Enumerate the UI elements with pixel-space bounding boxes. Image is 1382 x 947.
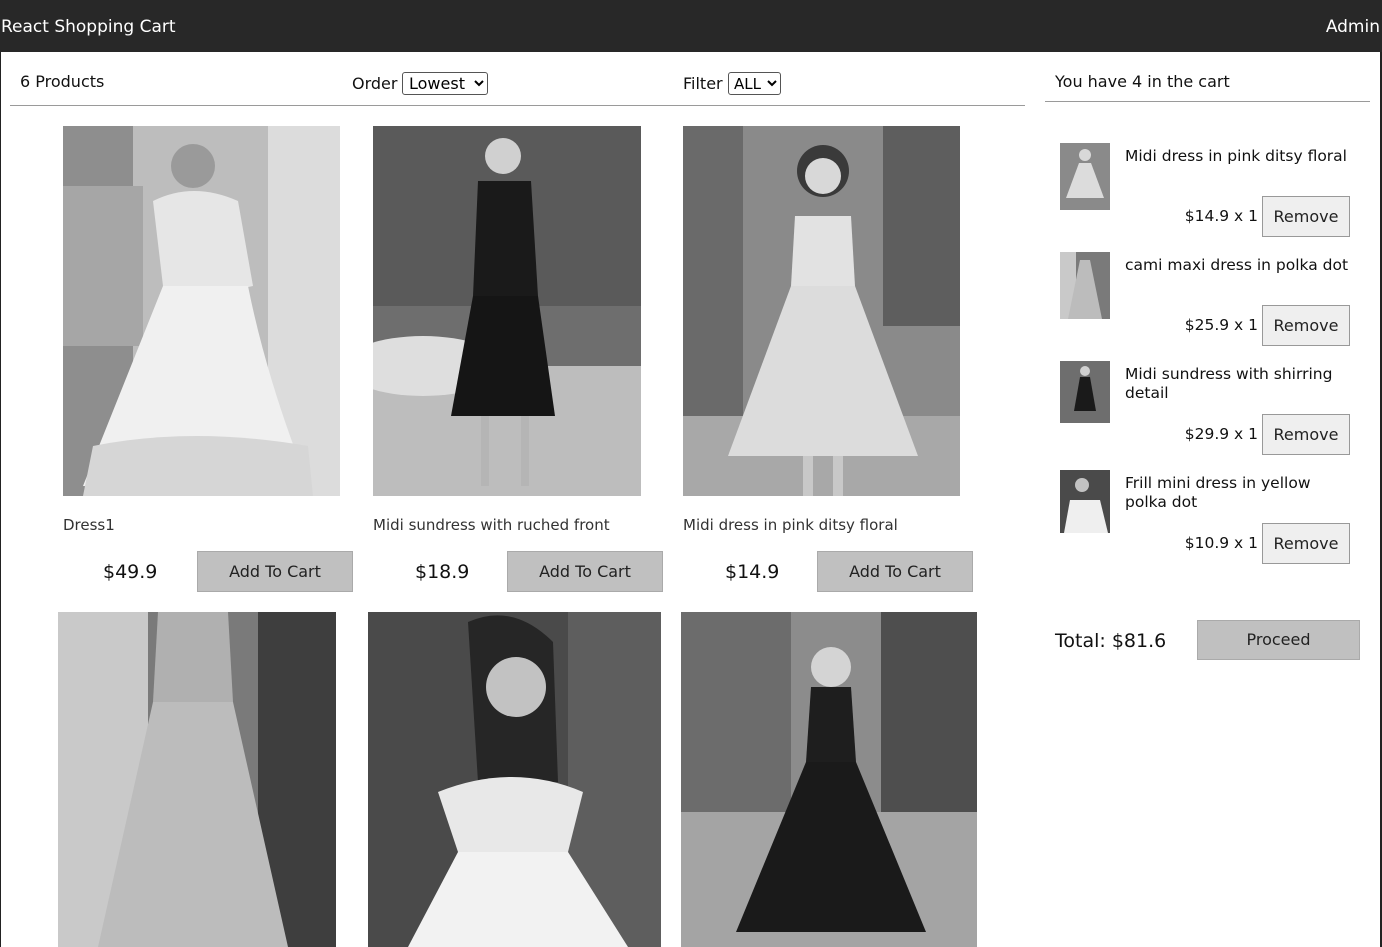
cart-item: Midi dress in pink ditsy floral $14.9 x … xyxy=(1060,143,1355,248)
cart-title: You have 4 in the cart xyxy=(1055,72,1230,91)
product-price: $14.9 xyxy=(725,561,780,583)
remove-button[interactable]: Remove xyxy=(1262,414,1350,455)
product-name[interactable]: Dress1 xyxy=(63,516,115,534)
add-to-cart-button[interactable]: Add To Cart xyxy=(197,551,353,592)
product-image[interactable] xyxy=(681,612,977,947)
product-name[interactable]: Midi sundress with ruched front xyxy=(373,516,610,534)
product-price: $49.9 xyxy=(103,561,158,583)
cart-item: cami maxi dress in polka dot $25.9 x 1 R… xyxy=(1060,252,1355,357)
cart-item-name: cami maxi dress in polka dot xyxy=(1125,256,1349,274)
cart-item: Frill mini dress in yellow polka dot $10… xyxy=(1060,470,1355,575)
cart-item: Midi sundress with shirring detail $29.9… xyxy=(1060,361,1355,466)
filter-bar: 6 Products Order Lowest Filter ALL xyxy=(10,52,1025,106)
cart-item-thumbnail xyxy=(1060,361,1110,428)
cart-item-thumbnail xyxy=(1060,470,1110,537)
add-to-cart-button[interactable]: Add To Cart xyxy=(507,551,663,592)
cart-header: You have 4 in the cart xyxy=(1045,52,1370,102)
app-title[interactable]: React Shopping Cart xyxy=(1,17,176,37)
order-select[interactable]: Lowest xyxy=(402,72,488,95)
cart-item-name: Midi sundress with shirring detail xyxy=(1125,365,1333,402)
left-edge xyxy=(0,52,1,947)
filter-label: Filter xyxy=(683,74,723,93)
size-filter-select[interactable]: ALL xyxy=(728,72,781,95)
cart-total: Total: $81.6 xyxy=(1055,630,1167,652)
order-label: Order xyxy=(352,74,398,93)
product-image[interactable] xyxy=(683,126,960,496)
cart-item-price-qty: $10.9 x 1 xyxy=(1184,534,1258,552)
cart-item-name: Frill mini dress in yellow polka dot xyxy=(1125,474,1311,511)
product-image[interactable] xyxy=(373,126,641,496)
product-count: 6 Products xyxy=(20,72,105,91)
cart-item-name: Midi dress in pink ditsy floral xyxy=(1125,147,1347,165)
remove-button[interactable]: Remove xyxy=(1262,305,1350,346)
cart-item-thumbnail xyxy=(1060,252,1110,319)
proceed-button[interactable]: Proceed xyxy=(1197,620,1360,660)
app-header: React Shopping Cart Admin xyxy=(0,0,1382,52)
product-price: $18.9 xyxy=(415,561,470,583)
cart-item-price-qty: $14.9 x 1 xyxy=(1184,207,1258,225)
product-image[interactable] xyxy=(368,612,661,947)
product-image[interactable] xyxy=(63,126,340,496)
cart-item-price-qty: $25.9 x 1 xyxy=(1184,316,1258,334)
product-image[interactable] xyxy=(58,612,336,947)
admin-link[interactable]: Admin xyxy=(1326,17,1380,37)
add-to-cart-button[interactable]: Add To Cart xyxy=(817,551,973,592)
cart-item-thumbnail xyxy=(1060,143,1110,210)
cart-item-price-qty: $29.9 x 1 xyxy=(1184,425,1258,443)
remove-button[interactable]: Remove xyxy=(1262,523,1350,564)
product-name[interactable]: Midi dress in pink ditsy floral xyxy=(683,516,898,534)
remove-button[interactable]: Remove xyxy=(1262,196,1350,237)
